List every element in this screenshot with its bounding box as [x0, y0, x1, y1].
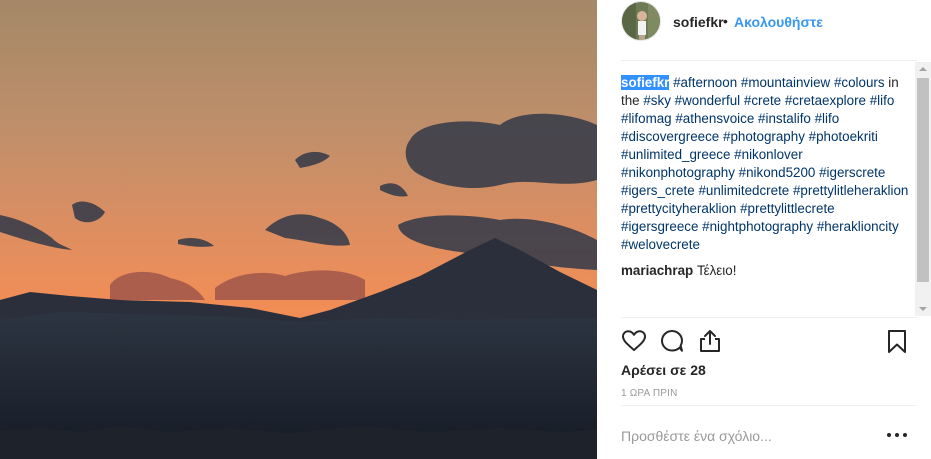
comments-list: sofiefkr #afternoon #mountainview #colou…: [621, 74, 915, 318]
hashtag-link[interactable]: #nikond5200: [739, 165, 816, 180]
add-comment-input[interactable]: [621, 426, 871, 446]
hashtag-link[interactable]: #nikonphotography: [621, 165, 735, 180]
hashtag-link[interactable]: #colours: [834, 75, 885, 90]
comments-scrollbar[interactable]: [915, 62, 931, 316]
comment-username[interactable]: mariachrap: [621, 263, 693, 278]
hashtag-link[interactable]: #afternoon: [673, 75, 737, 90]
divider: [621, 405, 917, 406]
divider: [621, 317, 917, 318]
hashtag-link[interactable]: #welovecrete: [621, 237, 700, 252]
avatar[interactable]: [621, 1, 661, 41]
post-header: sofiefkr • Ακολουθήστε: [597, 0, 931, 42]
hashtag-link[interactable]: #unlimited_greece: [621, 147, 730, 162]
post-photo[interactable]: [0, 0, 597, 459]
scrollbar-thumb[interactable]: [917, 78, 929, 282]
hashtag-link[interactable]: #prettylittlecrete: [740, 201, 835, 216]
hashtag-link[interactable]: #athensvoice: [675, 111, 754, 126]
caption-username[interactable]: sofiefkr: [621, 75, 670, 90]
hashtag-link[interactable]: #cretaexplore: [785, 93, 866, 108]
divider: [621, 60, 917, 61]
share-icon[interactable]: [697, 328, 723, 354]
hashtag-link[interactable]: #sky: [643, 93, 671, 108]
hashtag-link[interactable]: #mountainview: [741, 75, 830, 90]
hashtag-link[interactable]: #photoekriti: [809, 129, 878, 144]
hashtag-link[interactable]: #unlimitedcrete: [698, 183, 789, 198]
hashtag-link[interactable]: #photography: [723, 129, 805, 144]
hashtag-link[interactable]: #prettycityheraklion: [621, 201, 736, 216]
hashtag-link[interactable]: #instalifo: [758, 111, 811, 126]
scroll-down-arrow-icon[interactable]: [919, 307, 927, 311]
post-side-panel: sofiefkr • Ακολουθήστε sofiefkr #afterno…: [597, 0, 931, 459]
hashtag-link[interactable]: #discovergreece: [621, 129, 719, 144]
hashtag-link[interactable]: #lifo: [815, 111, 840, 126]
hashtag-link[interactable]: #igerscrete: [819, 165, 885, 180]
post-timestamp[interactable]: 1 ΩΡΑ ΠΡΙΝ: [621, 388, 678, 399]
comment-icon[interactable]: [659, 328, 685, 354]
hashtag-link[interactable]: #heraklioncity: [817, 219, 899, 234]
post-caption: sofiefkr #afternoon #mountainview #colou…: [621, 74, 915, 254]
follow-button[interactable]: Ακολουθήστε: [734, 14, 823, 30]
hashtag-link[interactable]: #lifomag: [621, 111, 672, 126]
hashtag-link[interactable]: #prettylitleheraklion: [793, 183, 908, 198]
more-options-icon[interactable]: [887, 426, 907, 442]
comment-text: Τέλειο!: [696, 263, 737, 278]
comment-item: mariachrap Τέλειο!: [621, 262, 915, 280]
hashtag-link[interactable]: #nightphotography: [702, 219, 813, 234]
hashtag-link[interactable]: #wonderful: [675, 93, 741, 108]
scroll-up-arrow-icon[interactable]: [919, 67, 927, 71]
heart-icon[interactable]: [621, 328, 647, 354]
username[interactable]: sofiefkr: [673, 14, 724, 30]
hashtag-link[interactable]: #igers_crete: [621, 183, 695, 198]
bookmark-icon[interactable]: [884, 328, 910, 354]
sunset-mountain-image: [0, 0, 597, 459]
hashtag-link[interactable]: #igersgreece: [621, 219, 698, 234]
hashtag-link[interactable]: #crete: [744, 93, 781, 108]
hashtag-link[interactable]: #nikonlover: [734, 147, 802, 162]
likes-count[interactable]: Αρέσει σε 28: [621, 362, 706, 378]
avatar-image: [622, 2, 660, 40]
hashtag-link[interactable]: #lifo: [870, 93, 895, 108]
action-bar: [621, 326, 917, 356]
separator-dot: •: [723, 13, 728, 29]
